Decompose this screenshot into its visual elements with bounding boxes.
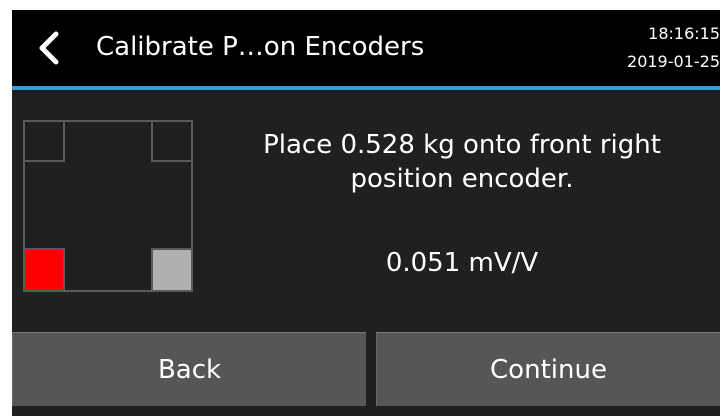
sensor-reading: 0.051 mV/V <box>385 248 539 278</box>
back-button[interactable]: Back <box>12 332 366 406</box>
continue-button[interactable]: Continue <box>376 332 720 406</box>
encoder-rear-right <box>151 120 193 162</box>
encoder-rear-left <box>23 120 65 162</box>
header-bar: Calibrate P…on Encoders 18:16:15 2019-01… <box>12 10 720 86</box>
chevron-left-icon[interactable] <box>34 30 64 66</box>
calibration-screen: Calibrate P…on Encoders 18:16:15 2019-01… <box>12 10 720 416</box>
page-title: Calibrate P…on Encoders <box>96 32 425 62</box>
clock: 18:16:15 2019-01-25 <box>600 20 720 76</box>
encoder-front-left <box>23 248 65 292</box>
clock-time: 18:16:15 <box>648 24 720 43</box>
instruction-message: Place 0.528 kg onto front right position… <box>263 130 661 194</box>
clock-date: 2019-01-25 <box>627 52 720 71</box>
encoder-front-right <box>151 248 193 292</box>
header-divider <box>12 86 720 90</box>
encoder-position-diagram <box>23 120 193 292</box>
